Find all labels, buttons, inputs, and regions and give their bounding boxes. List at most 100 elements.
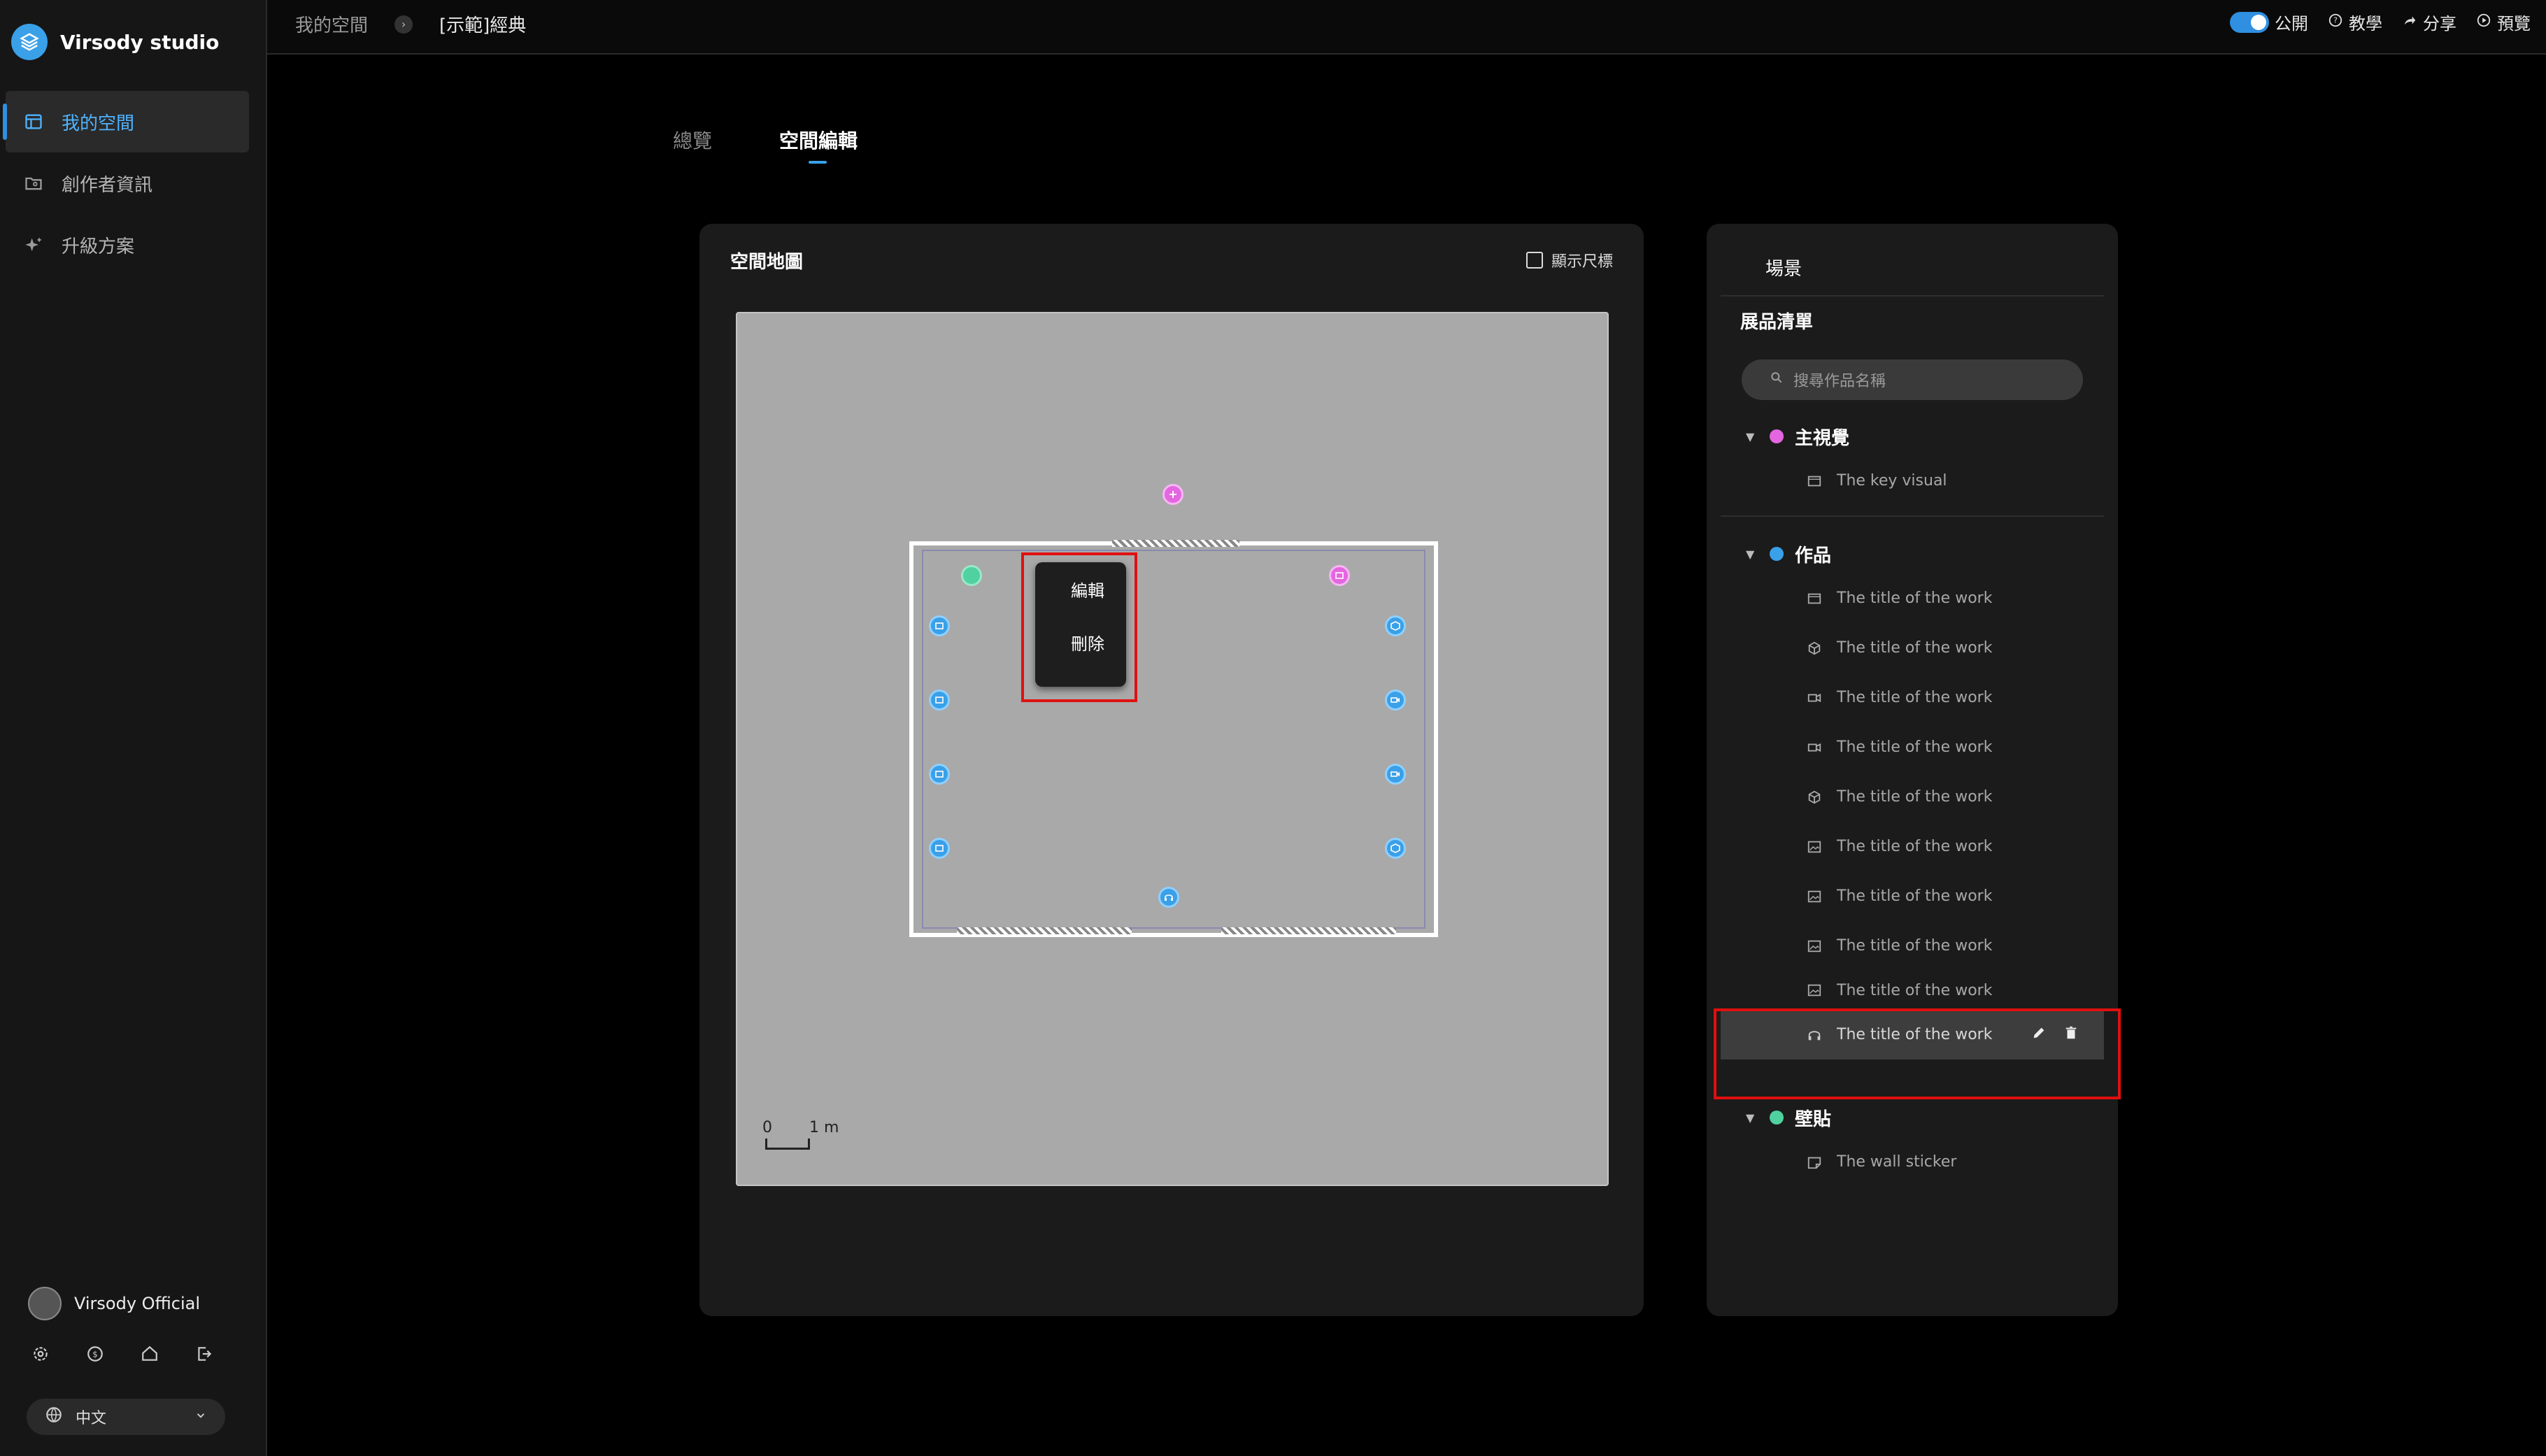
home-icon[interactable]	[138, 1343, 161, 1365]
work-marker-image[interactable]	[929, 690, 950, 711]
item-title: The key visual	[1837, 472, 1947, 490]
breadcrumb-my-space[interactable]: 我的空間	[295, 11, 368, 37]
image-icon	[1806, 982, 1823, 999]
ruler-checkbox[interactable]	[1526, 252, 1543, 269]
item-title: The title of the work	[1837, 838, 1993, 855]
map-scale-label: 0 1 m	[762, 1119, 839, 1136]
group-works: ▼ 作品 The title of the work The title of …	[1707, 534, 2118, 1059]
scene-label[interactable]: 場景	[1765, 255, 1802, 280]
scale-unit: m	[824, 1119, 839, 1136]
list-item[interactable]: The title of the work	[1707, 623, 2118, 673]
breadcrumb: 我的空間 › [示範]經典	[295, 11, 526, 37]
sidebar-item-label: 我的空間	[62, 113, 135, 134]
list-item[interactable]: The title of the work	[1707, 921, 2118, 971]
map-scale-bar	[765, 1139, 810, 1150]
list-item[interactable]: The title of the work	[1707, 673, 2118, 722]
caret-down-icon: ▼	[1746, 429, 1755, 443]
item-title: The title of the work	[1837, 937, 1993, 955]
key-visual-marker[interactable]	[1162, 484, 1183, 505]
group-name: 主視覺	[1795, 427, 1850, 449]
image-icon	[1806, 888, 1823, 905]
show-ruler-toggle[interactable]: 顯示尺標	[1526, 249, 1613, 271]
preview-button[interactable]: 預覽	[2476, 10, 2531, 34]
list-item[interactable]: The title of the work	[1707, 722, 2118, 772]
video-icon	[1806, 739, 1823, 756]
share-button[interactable]: 分享	[2402, 10, 2456, 34]
share-icon	[2402, 13, 2417, 32]
door-bottom-left	[957, 927, 1132, 934]
item-title: The title of the work	[1837, 590, 1993, 607]
group-header[interactable]: ▼ 作品	[1707, 534, 2118, 573]
group-name: 壁貼	[1795, 1108, 1832, 1130]
logout-icon[interactable]	[193, 1343, 215, 1365]
globe-icon	[45, 1406, 63, 1428]
map-canvas[interactable]: 0 1 m	[736, 312, 1609, 1186]
search-icon	[1770, 371, 1784, 389]
billing-icon[interactable]: $	[84, 1343, 106, 1365]
caret-down-icon: ▼	[1746, 1111, 1755, 1125]
settings-icon[interactable]	[29, 1343, 52, 1365]
show-ruler-label: 顯示尺標	[1551, 253, 1613, 271]
sticker-icon	[1806, 1154, 1823, 1171]
tutorial-button[interactable]: ? 教學	[2328, 10, 2382, 34]
work-marker-video[interactable]	[1385, 690, 1406, 711]
video-icon	[1806, 690, 1823, 706]
work-marker-3d[interactable]	[1385, 838, 1406, 859]
list-item[interactable]: The title of the work	[1707, 871, 2118, 921]
door-top	[1112, 540, 1239, 547]
divider	[1721, 295, 2104, 297]
work-marker-3d[interactable]	[1385, 615, 1406, 636]
avatar	[28, 1287, 62, 1320]
list-item[interactable]: The title of the work	[1707, 772, 2118, 822]
brand[interactable]: Virsody studio	[11, 24, 219, 60]
user-profile[interactable]: Virsody Official	[28, 1287, 200, 1320]
list-item[interactable]: The title of the work	[1707, 822, 2118, 871]
toggle-switch[interactable]	[2230, 11, 2269, 33]
room-inner-wall	[922, 550, 1425, 929]
chevron-down-icon	[194, 1408, 207, 1426]
item-title: The title of the work	[1837, 738, 1993, 756]
public-label: 公開	[2275, 14, 2308, 34]
list-item[interactable]: The key visual	[1707, 456, 2118, 506]
group-header[interactable]: ▼ 主視覺	[1707, 417, 2118, 456]
work-marker-audio[interactable]	[1158, 887, 1179, 908]
list-item[interactable]: The title of the work	[1707, 573, 2118, 623]
tab-overview[interactable]: 總覽	[673, 126, 712, 164]
sparkle-icon	[22, 234, 45, 256]
key-visual-frame-marker[interactable]	[1329, 565, 1350, 586]
wall-sticker-marker[interactable]	[961, 565, 982, 586]
folder-user-icon	[22, 172, 45, 194]
sidebar-item-label: 升級方案	[62, 236, 135, 257]
search-input[interactable]: 搜尋作品名稱	[1742, 359, 2083, 400]
list-item[interactable]: The title of the work	[1707, 971, 2118, 1010]
item-title: The title of the work	[1837, 887, 1993, 905]
cube-icon	[1806, 789, 1823, 806]
sidebar-nav: 我的空間 創作者資訊 升級方案	[0, 91, 267, 276]
divider	[1721, 515, 2104, 517]
group-color-dot	[1770, 547, 1784, 561]
work-marker-image[interactable]	[929, 838, 950, 859]
group-color-dot	[1770, 429, 1784, 443]
scale-zero: 0	[762, 1119, 772, 1136]
map-title: 空間地圖	[730, 252, 804, 273]
sidebar-item-my-space[interactable]: 我的空間	[3, 91, 249, 152]
item-title: The title of the work	[1837, 689, 1993, 706]
tab-bar: 總覽 空間編輯	[673, 126, 858, 164]
work-marker-video[interactable]	[1385, 764, 1406, 785]
item-title: The title of the work	[1837, 639, 1993, 657]
layout-icon	[22, 110, 45, 133]
app-name: Virsody studio	[60, 30, 220, 54]
tab-space-edit[interactable]: 空間編輯	[779, 126, 858, 164]
sidebar-item-upgrade[interactable]: 升級方案	[6, 214, 249, 276]
highlight-box	[1714, 1008, 2121, 1099]
language-select[interactable]: 中文	[27, 1399, 225, 1435]
work-marker-image[interactable]	[929, 764, 950, 785]
sidebar-item-creator-info[interactable]: 創作者資訊	[6, 152, 249, 214]
list-item[interactable]: The wall sticker	[1707, 1137, 2118, 1187]
work-marker-image[interactable]	[929, 615, 950, 636]
preview-label: 預覽	[2497, 14, 2531, 34]
image-icon	[1806, 838, 1823, 855]
public-toggle[interactable]: 公開	[2230, 10, 2308, 34]
group-header[interactable]: ▼ 壁貼	[1707, 1098, 2118, 1137]
image-frame-icon	[1806, 590, 1823, 607]
